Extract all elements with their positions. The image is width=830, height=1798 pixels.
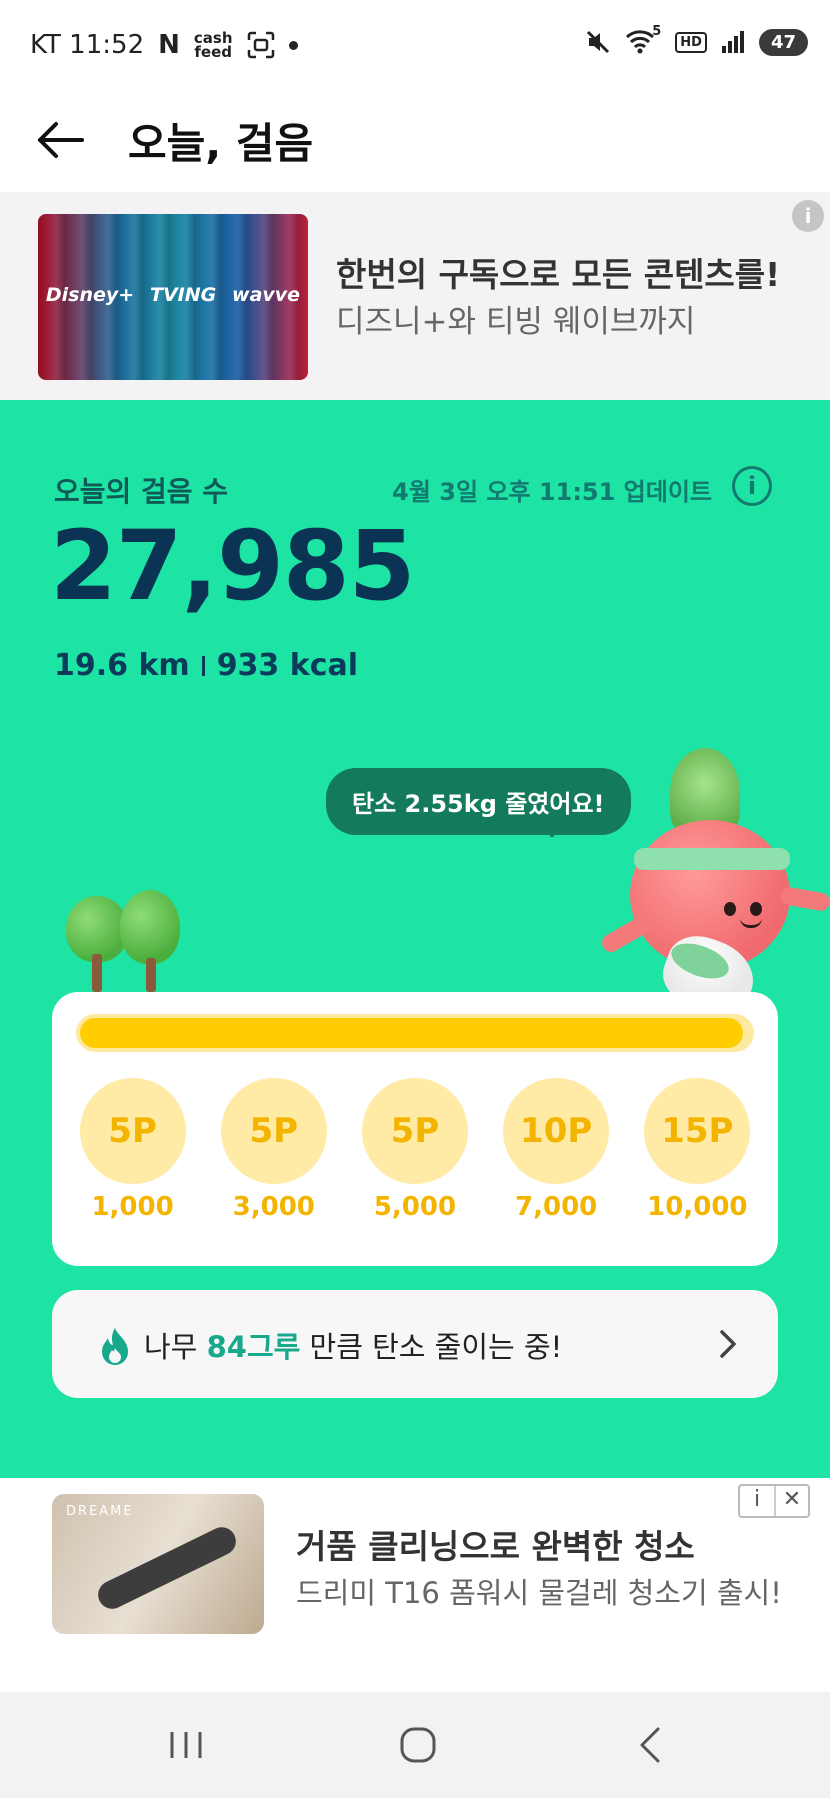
subscription-ad-banner[interactable]: Disney+ TVING wavve 한번의 구독으로 모든 콘텐츠를! 디즈…: [0, 192, 830, 400]
ad-controls: i ✕: [738, 1484, 810, 1518]
reward-point-button[interactable]: 15P: [644, 1078, 751, 1184]
status-left: KT 11:52 N cash feed: [30, 30, 298, 60]
vacuum-ad-banner[interactable]: DREAME 거품 클리닝으로 완벽한 청소 드리미 T16 폼워시 물걸레 청…: [0, 1478, 830, 1692]
chevron-right-icon[interactable]: [716, 1326, 740, 1362]
tving-logo: TVING: [150, 284, 217, 306]
milestone-item[interactable]: 15P 10,000: [632, 1078, 762, 1222]
milestone-steps: 7,000: [515, 1192, 598, 1222]
tree-count: 84그루: [206, 1330, 301, 1364]
disney-logo: Disney+: [45, 284, 135, 306]
flame-icon: [102, 1328, 128, 1365]
reward-point-button[interactable]: 5P: [79, 1078, 186, 1184]
back-icon[interactable]: [622, 1720, 682, 1770]
back-arrow-icon[interactable]: [34, 112, 94, 168]
milestone-steps: 5,000: [373, 1192, 457, 1222]
recent-apps-icon[interactable]: [156, 1720, 216, 1770]
ad-logos: Disney+ TVING wavve: [38, 284, 308, 306]
cashfeed-icon: cash feed: [193, 29, 233, 61]
notification-dot-icon: [288, 40, 298, 50]
milestone-item[interactable]: 10P 7,000: [491, 1078, 621, 1222]
radish-character-icon: [598, 740, 830, 1030]
steps-label: 오늘의 걸음 수: [54, 475, 229, 508]
wavve-logo: wavve: [232, 284, 301, 306]
ad-subtitle[interactable]: 드리미 T16 폼워시 물걸레 청소기 출시!: [296, 1570, 782, 1612]
ad-image[interactable]: Disney+ TVING wavve: [38, 214, 308, 380]
status-right: 5 HD 47: [585, 24, 808, 56]
ad-title[interactable]: 한번의 구독으로 모든 콘텐츠를!: [336, 248, 780, 296]
distance: 19.6 km: [54, 648, 190, 683]
signal-icon: [721, 31, 744, 53]
status-bar: KT 11:52 N cash feed 5 HD 47: [0, 0, 830, 90]
milestone-item[interactable]: 5P 1,000: [68, 1078, 198, 1222]
ad-image[interactable]: DREAME: [52, 1494, 264, 1634]
wifi-icon: 5: [625, 24, 661, 56]
carbon-reduction-banner[interactable]: 나무 84그루 만큼 탄소 줄이는 중!: [52, 1290, 778, 1398]
milestone-steps: 3,000: [232, 1192, 315, 1222]
system-nav-bar: [0, 1692, 830, 1798]
reward-point-button[interactable]: 5P: [361, 1078, 468, 1184]
app-screen: KT 11:52 N cash feed 5 HD 47 오늘, 걸음 Disn…: [0, 0, 830, 1798]
ad-info-icon[interactable]: i: [792, 200, 824, 232]
steps-count: 27,985: [50, 510, 415, 622]
milestone-list: 5P 1,000 5P 3,000 5P 5,000 10P 7,000 15P: [62, 1078, 768, 1222]
battery-icon: 47: [758, 28, 808, 56]
carbon-banner-text: 나무 84그루 만큼 탄소 줄이는 중!: [144, 1330, 563, 1364]
distance-calorie-row: 19.6 km 933 kcal: [54, 648, 358, 683]
progress-fill: [80, 1018, 743, 1048]
ad-title[interactable]: 거품 클리닝으로 완벽한 청소: [296, 1520, 695, 1568]
divider: [201, 655, 205, 676]
mute-icon: [587, 30, 610, 54]
steps-section: 오늘의 걸음 수 4월 3일 오후 11:51 업데이트 i 27,985 19…: [0, 400, 830, 1478]
update-time: 4월 3일 오후 11:51 업데이트: [392, 478, 712, 506]
milestone-item[interactable]: 5P 5,000: [350, 1078, 480, 1222]
ad-brand: DREAME: [66, 1504, 134, 1519]
reward-progress-card: 5P 1,000 5P 3,000 5P 5,000 10P 7,000 15P: [52, 992, 778, 1266]
ad-info-icon[interactable]: i: [740, 1486, 774, 1516]
carbon-speech-bubble: 탄소 2.55kg 줄였어요!: [326, 768, 631, 835]
milestone-item[interactable]: 5P 3,000: [209, 1078, 339, 1222]
reward-point-button[interactable]: 5P: [220, 1078, 327, 1184]
netflix-icon: N: [158, 30, 180, 60]
screenshot-icon: [247, 31, 274, 59]
carrier-time: KT 11:52: [30, 30, 145, 60]
calories: 933 kcal: [216, 648, 359, 683]
page-title: 오늘, 걸음: [128, 119, 314, 168]
ad-close-icon[interactable]: ✕: [774, 1486, 808, 1516]
home-icon[interactable]: [388, 1720, 448, 1770]
reward-point-button[interactable]: 10P: [503, 1078, 610, 1184]
ad-subtitle[interactable]: 디즈니+와 티빙 웨이브까지: [336, 296, 695, 341]
milestone-steps: 10,000: [647, 1192, 748, 1222]
wifi-badge: 5: [652, 24, 662, 39]
vacuum-image: [93, 1522, 241, 1614]
app-header: 오늘, 걸음: [0, 90, 830, 192]
info-icon[interactable]: i: [732, 466, 772, 506]
tree-icon: [66, 890, 186, 1000]
progress-track: [76, 1014, 754, 1052]
bubble-tail: [538, 822, 566, 838]
hd-voice-icon: HD: [675, 31, 707, 53]
milestone-steps: 1,000: [91, 1192, 174, 1222]
